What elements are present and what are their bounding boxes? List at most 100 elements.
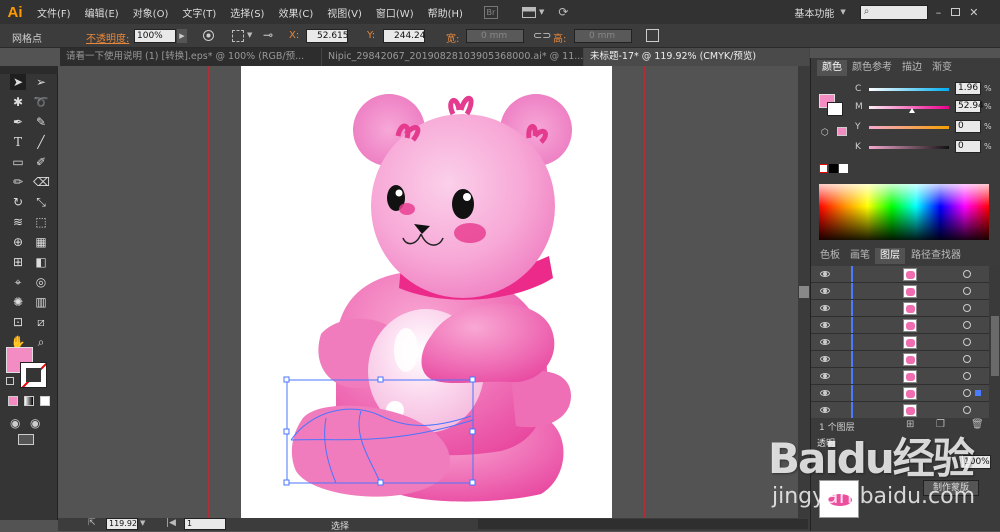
channel-k-input[interactable]: 0 (955, 140, 981, 153)
color-stroke-swatch[interactable] (827, 102, 843, 116)
color-spectrum[interactable] (819, 184, 989, 240)
layer-target-icon[interactable] (963, 406, 971, 414)
tab-gradient[interactable]: 渐变 (927, 60, 957, 76)
line-tool-icon[interactable]: ╱ (33, 134, 49, 150)
height-input[interactable]: 0 mm (574, 29, 632, 43)
visibility-eye-icon[interactable] (820, 288, 830, 294)
visibility-eye-icon[interactable] (820, 373, 830, 379)
layer-target-icon[interactable] (963, 355, 971, 363)
zoom-input[interactable]: 119.92 (106, 518, 138, 530)
visibility-eye-icon[interactable] (820, 271, 830, 277)
slice-tool-icon[interactable]: ⧄ (33, 314, 49, 330)
prev-artboard-icon[interactable]: |◀ (166, 518, 176, 528)
layer-row[interactable] (811, 351, 989, 368)
layer-row[interactable] (811, 300, 989, 317)
perspective-grid-tool-icon[interactable]: ▦ (33, 234, 49, 250)
visibility-eye-icon[interactable] (820, 356, 830, 362)
tab-document-active[interactable]: 未标题-17* @ 119.92% (CMYK/预览) (584, 48, 810, 66)
layers-scrollbar[interactable] (989, 266, 1000, 420)
color-mode-button[interactable] (8, 396, 18, 406)
layer-row[interactable] (811, 283, 989, 300)
scale-tool-icon[interactable]: ⤡ (33, 194, 49, 210)
mesh-tool-icon[interactable]: ⊞ (10, 254, 26, 270)
channel-m-handle[interactable] (909, 108, 915, 113)
warp-tool-icon[interactable]: ≋ (10, 214, 26, 230)
draw-mode-icon[interactable]: ◉ (10, 416, 20, 430)
column-graph-tool-icon[interactable]: ▥ (33, 294, 49, 310)
menu-edit[interactable]: 编辑(E) (78, 5, 126, 20)
tab-pathfinder[interactable]: 路径查找器 (906, 248, 966, 264)
constrain-proportions-icon[interactable]: ⊂⊃ (533, 29, 551, 42)
lasso-tool-icon[interactable]: ➰ (33, 94, 49, 110)
symbol-sprayer-tool-icon[interactable]: ✺ (10, 294, 26, 310)
layer-row[interactable] (811, 317, 989, 334)
menu-file[interactable]: 文件(F) (30, 5, 78, 20)
layer-target-icon[interactable] (963, 389, 971, 397)
shape-builder-tool-icon[interactable]: ⊕ (10, 234, 26, 250)
layer-target-icon[interactable] (963, 338, 971, 346)
draw-mode-dropdown-icon[interactable]: ◉ (30, 416, 40, 430)
x-input[interactable]: 52.615 (306, 29, 349, 43)
selected-art-indicator[interactable] (975, 390, 981, 396)
tab-document-1[interactable]: 请看一下使用说明 (1) [转换].eps* @ 100% (RGB/预... (60, 48, 322, 66)
visibility-eye-icon[interactable] (820, 322, 830, 328)
layer-row[interactable] (811, 368, 989, 385)
sync-icon[interactable]: ⟳ (558, 5, 568, 19)
close-window-icon[interactable]: ✕ (969, 6, 978, 19)
white-swatch[interactable] (839, 164, 848, 173)
workspace-switcher[interactable]: 基本功能 (794, 5, 834, 20)
opacity-dropdown-icon[interactable]: ▶ (177, 29, 187, 43)
out-of-gamut-icon[interactable]: ⬡ (821, 128, 829, 138)
restore-icon[interactable] (951, 8, 961, 16)
menu-window[interactable]: 窗口(W) (369, 5, 421, 20)
width-input[interactable]: 0 mm (466, 29, 524, 43)
visibility-eye-icon[interactable] (820, 407, 830, 413)
transform-reference-icon[interactable] (232, 30, 244, 42)
visibility-eye-icon[interactable] (820, 339, 830, 345)
layer-target-icon[interactable] (963, 304, 971, 312)
tab-stroke[interactable]: 描边 (897, 60, 927, 76)
teddy-bear-artwork[interactable] (241, 66, 612, 518)
free-transform-tool-icon[interactable]: ⬚ (33, 214, 49, 230)
eyedropper-tool-icon[interactable]: ⌖ (10, 274, 26, 290)
layer-target-icon[interactable] (963, 287, 971, 295)
stroke-swatch[interactable] (20, 362, 47, 388)
zoom-dropdown-icon[interactable]: ▼ (140, 519, 145, 527)
layer-row[interactable] (811, 402, 989, 419)
layer-row[interactable] (811, 385, 989, 402)
tab-document-2[interactable]: Nipic_29842067_20190828103905368000.ai* … (322, 48, 584, 66)
tab-swatches[interactable]: 色板 (815, 248, 845, 264)
layer-target-icon[interactable] (963, 321, 971, 329)
menu-object[interactable]: 对象(O) (126, 5, 176, 20)
align-anchor-icon[interactable]: ⊸ (263, 28, 273, 42)
artboard-number-input[interactable]: 1 (184, 518, 226, 530)
isolate-icon[interactable] (646, 29, 659, 42)
tab-color[interactable]: 颜色 (817, 60, 847, 76)
none-swatch[interactable] (819, 164, 828, 173)
direct-selection-tool-icon[interactable]: ➢ (33, 74, 49, 90)
bridge-icon[interactable]: Br (483, 5, 498, 19)
horizontal-scrollbar[interactable] (478, 519, 808, 529)
channel-c-slider[interactable] (869, 88, 949, 91)
web-safe-swatch[interactable] (837, 127, 847, 136)
y-input[interactable]: 244.24 (383, 29, 426, 43)
gradient-mode-button[interactable] (24, 396, 34, 406)
eraser-tool-icon[interactable]: ⌫ (33, 174, 50, 190)
tab-layers[interactable]: 图层 (875, 248, 905, 264)
layer-target-icon[interactable] (963, 270, 971, 278)
channel-k-slider[interactable] (869, 146, 949, 149)
arrange-documents-icon[interactable] (521, 6, 536, 18)
tab-brushes[interactable]: 画笔 (845, 248, 875, 264)
layer-target-icon[interactable] (963, 372, 971, 380)
ref-dropdown-icon[interactable]: ▼ (247, 31, 252, 39)
layers-scroll-thumb[interactable] (991, 316, 999, 376)
artboard-nav-icon[interactable]: ⇱ (88, 518, 96, 528)
zoom-tool-icon[interactable]: ⌕ (33, 334, 49, 350)
curvature-tool-icon[interactable]: ✎ (33, 114, 49, 130)
layer-row[interactable] (811, 334, 989, 351)
channel-c-input[interactable]: 1.96 (955, 82, 981, 95)
scroll-thumb[interactable] (799, 286, 809, 298)
workspace-dropdown-icon[interactable]: ▼ (840, 8, 845, 16)
channel-y-input[interactable]: 0 (955, 120, 981, 133)
opacity-label[interactable]: 不透明度: (86, 30, 129, 45)
